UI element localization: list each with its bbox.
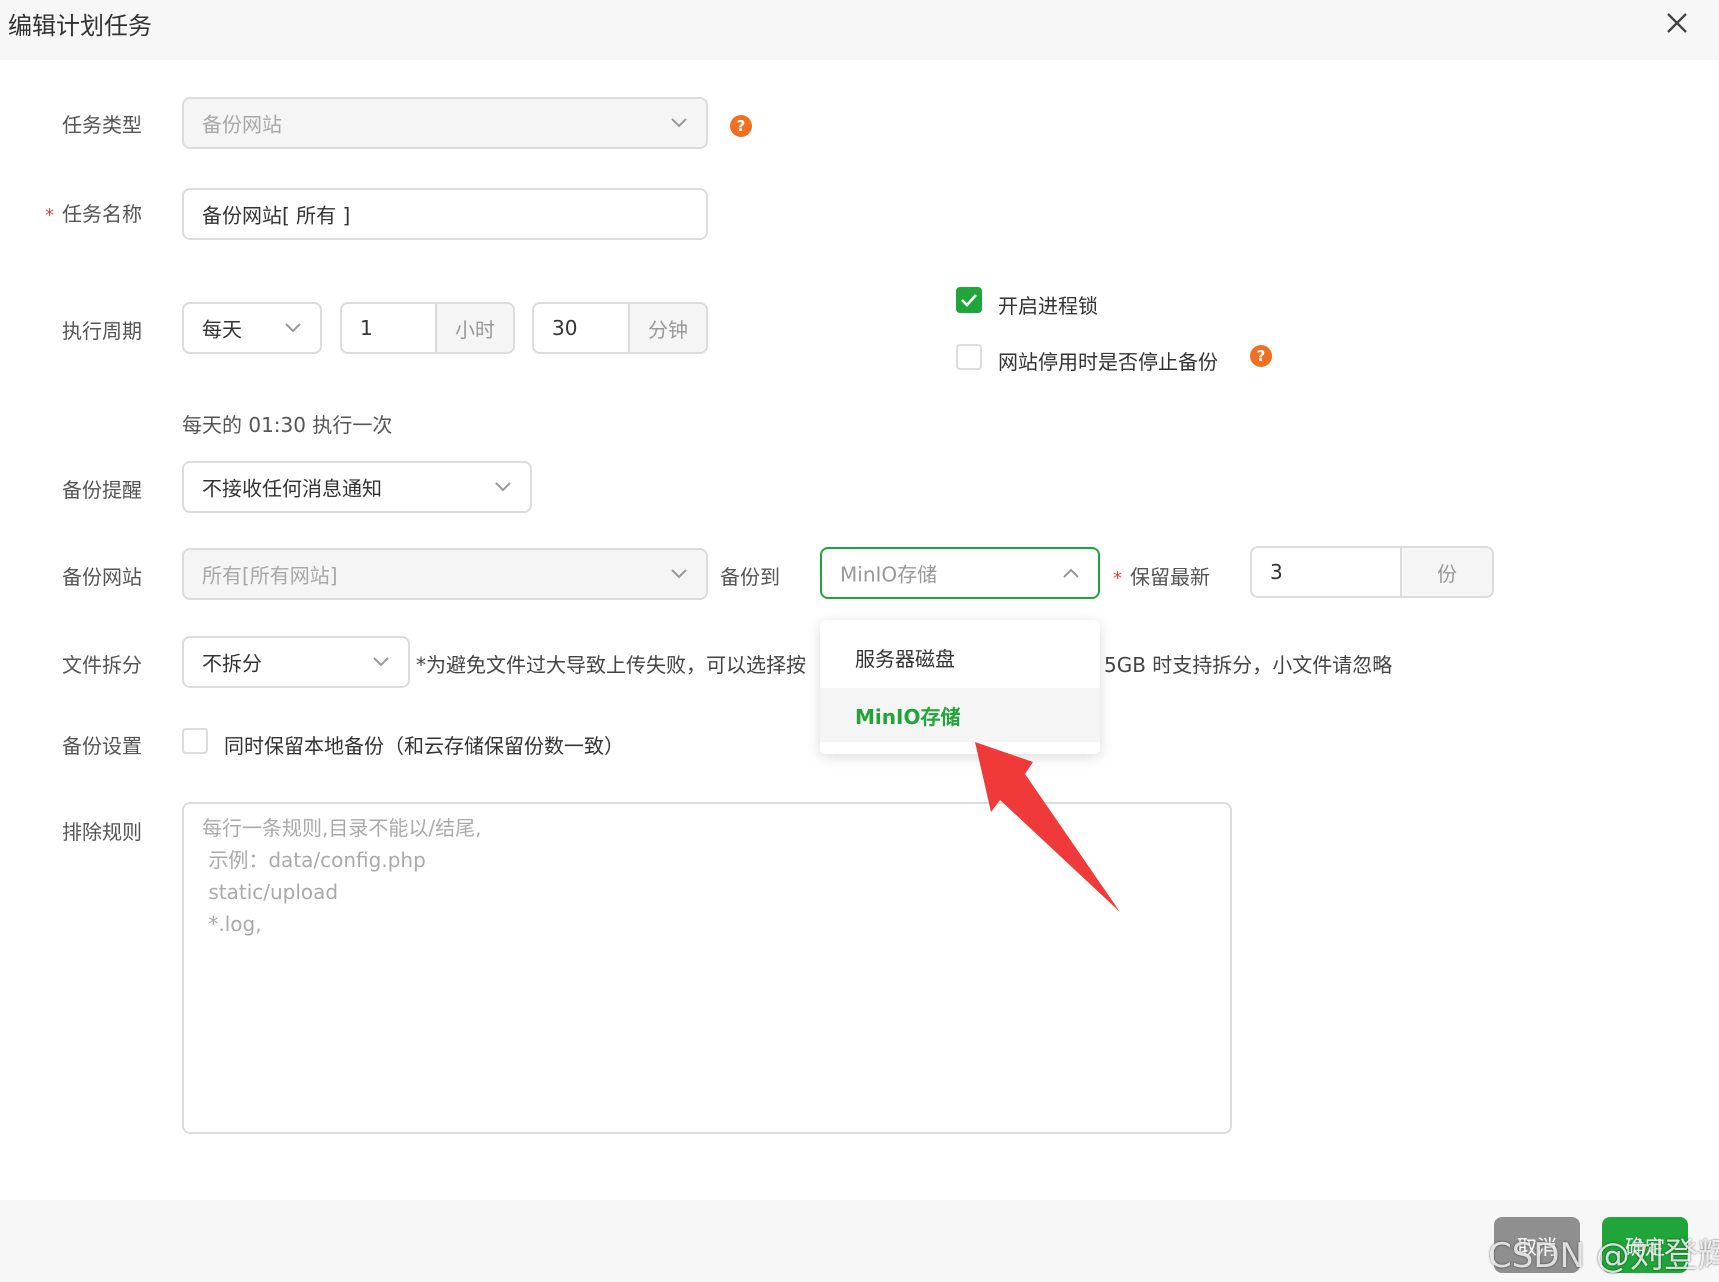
backup-site-select[interactable]: 所有[所有网站] bbox=[182, 548, 708, 600]
arrow-annotation-icon bbox=[975, 742, 1120, 912]
chevron-up-icon bbox=[1063, 568, 1079, 578]
cycle-minute-value: 30 bbox=[552, 316, 578, 340]
backup-target-select[interactable]: MinIO存储 bbox=[820, 547, 1100, 599]
exclude-label: 排除规则 bbox=[62, 820, 142, 844]
cycle-period-select[interactable]: 每天 bbox=[182, 302, 322, 354]
retain-value: 3 bbox=[1270, 560, 1283, 584]
chevron-down-icon bbox=[495, 482, 511, 492]
task-type-value: 备份网站 bbox=[202, 112, 282, 137]
keep-local-checkbox[interactable] bbox=[182, 728, 208, 754]
stop-on-disable-checkbox[interactable] bbox=[956, 344, 982, 370]
notify-select[interactable]: 不接收任何消息通知 bbox=[182, 461, 532, 513]
cycle-label: 执行周期 bbox=[62, 319, 142, 343]
cycle-hour-input[interactable]: 1 小时 bbox=[340, 302, 515, 354]
backup-target-value: MinIO存储 bbox=[840, 562, 938, 587]
split-label: 文件拆分 bbox=[62, 653, 142, 677]
chevron-down-icon bbox=[671, 118, 687, 128]
cycle-hour-value: 1 bbox=[360, 316, 373, 340]
help-icon[interactable]: ? bbox=[1250, 345, 1272, 367]
split-hint-left: *为避免文件过大导致上传失败，可以选择按 bbox=[416, 653, 806, 677]
notify-value: 不接收任何消息通知 bbox=[202, 476, 382, 501]
task-name-value: 备份网站[ 所有 ] bbox=[202, 203, 351, 228]
backup-site-value: 所有[所有网站] bbox=[202, 563, 338, 588]
hour-unit: 小时 bbox=[435, 304, 513, 352]
cycle-summary: 每天的 01:30 执行一次 bbox=[182, 413, 393, 437]
required-mark: * bbox=[1113, 568, 1122, 589]
stop-on-disable-label: 网站停用时是否停止备份 bbox=[998, 350, 1218, 374]
notify-label: 备份提醒 bbox=[62, 478, 142, 502]
cycle-minute-input[interactable]: 30 分钟 bbox=[532, 302, 708, 354]
process-lock-label: 开启进程锁 bbox=[998, 294, 1098, 318]
task-name-input[interactable]: 备份网站[ 所有 ] bbox=[182, 188, 708, 240]
cycle-period-value: 每天 bbox=[202, 317, 242, 342]
chevron-down-icon bbox=[285, 323, 301, 333]
chevron-down-icon bbox=[373, 657, 389, 667]
task-name-label: * 任务名称 bbox=[45, 202, 142, 226]
check-icon bbox=[961, 294, 977, 307]
split-hint-right: 5GB 时支持拆分，小文件请忽略 bbox=[1104, 653, 1393, 677]
dropdown-option-server-disk[interactable]: 服务器磁盘 bbox=[820, 630, 1100, 684]
dialog-header: 编辑计划任务 bbox=[0, 0, 1719, 60]
retain-unit: 份 bbox=[1400, 548, 1492, 596]
backup-site-label: 备份网站 bbox=[62, 565, 142, 589]
watermark: CSDN @刘登辉 bbox=[1488, 1236, 1719, 1276]
chevron-down-icon bbox=[671, 569, 687, 579]
help-icon[interactable]: ? bbox=[730, 115, 752, 137]
close-icon[interactable] bbox=[1662, 8, 1692, 38]
split-select[interactable]: 不拆分 bbox=[182, 636, 410, 688]
dialog-footer bbox=[0, 1200, 1719, 1282]
process-lock-checkbox[interactable] bbox=[956, 287, 982, 313]
backup-settings-label: 备份设置 bbox=[62, 734, 142, 758]
retain-input[interactable]: 3 份 bbox=[1250, 546, 1494, 598]
minute-unit: 分钟 bbox=[628, 304, 706, 352]
dialog-title: 编辑计划任务 bbox=[8, 12, 152, 40]
split-value: 不拆分 bbox=[202, 651, 262, 676]
task-type-select[interactable]: 备份网站 bbox=[182, 97, 708, 149]
keep-local-label: 同时保留本地备份（和云存储保留份数一致） bbox=[224, 734, 624, 758]
task-type-label: 任务类型 bbox=[62, 113, 142, 137]
required-mark: * bbox=[45, 205, 54, 226]
retain-label: * 保留最新 bbox=[1113, 565, 1210, 589]
backup-target-label: 备份到 bbox=[720, 565, 780, 589]
